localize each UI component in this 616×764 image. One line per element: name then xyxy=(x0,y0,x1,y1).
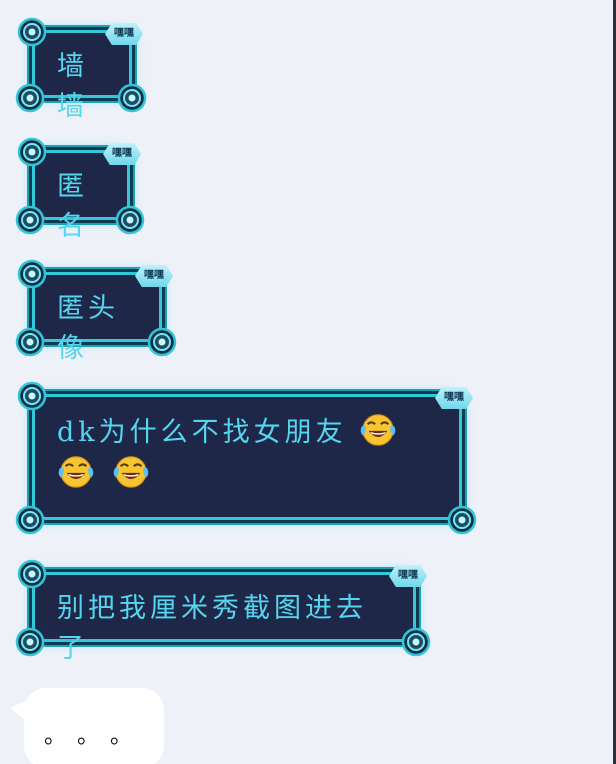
message-bubble[interactable]: 嘿嘿 墙墙 xyxy=(32,30,132,122)
message-text: 别把我厘米秀截图进去了 xyxy=(57,593,367,664)
corner-ring-icon xyxy=(15,83,45,113)
message-text: 。。。 xyxy=(44,724,155,749)
bubble-tag: 嘿嘿 xyxy=(103,143,141,165)
message-bubble[interactable]: 嘿嘿 匿头像 xyxy=(32,272,162,364)
corner-ring-icon xyxy=(115,205,145,235)
corner-ring-icon xyxy=(17,17,47,47)
bubble-tag: 嘿嘿 xyxy=(389,565,427,587)
message-bubble-plain[interactable]: 。。。 xyxy=(24,688,164,764)
bubble-tag: 嘿嘿 xyxy=(435,387,473,409)
message-bubble[interactable]: 嘿嘿 dk为什么不找女朋友 xyxy=(32,394,462,520)
corner-ring-icon xyxy=(147,327,177,357)
message-bubble[interactable]: 嘿嘿 别把我厘米秀截图进去了 xyxy=(32,572,416,664)
corner-ring-icon xyxy=(117,83,147,113)
message-text: dk为什么不找女朋友 xyxy=(57,417,347,448)
tears-of-joy-emoji-icon xyxy=(359,411,397,447)
tears-of-joy-emoji-icon xyxy=(57,453,95,489)
corner-ring-icon xyxy=(401,627,431,657)
message-text: 匿头像 xyxy=(57,293,119,364)
corner-ring-icon xyxy=(17,137,47,167)
message-text: 匿名 xyxy=(57,171,88,242)
message-bubble[interactable]: 嘿嘿 匿名 xyxy=(32,150,130,242)
message-text: 墙墙 xyxy=(57,51,88,122)
corner-ring-icon xyxy=(447,505,477,535)
corner-ring-icon xyxy=(17,259,47,289)
tears-of-joy-emoji-icon xyxy=(112,453,150,489)
bubble-tag: 嘿嘿 xyxy=(105,23,143,45)
corner-ring-icon xyxy=(17,559,47,589)
bubble-tag: 嘿嘿 xyxy=(135,265,173,287)
corner-ring-icon xyxy=(15,205,45,235)
corner-ring-icon xyxy=(15,627,45,657)
corner-ring-icon xyxy=(15,505,45,535)
chat-view: 嘿嘿 墙墙 嘿嘿 匿名 嘿嘿 匿头像 嘿嘿 dk为什么不找女朋友 嘿嘿 别把我厘… xyxy=(0,0,616,764)
corner-ring-icon xyxy=(15,327,45,357)
corner-ring-icon xyxy=(17,381,47,411)
